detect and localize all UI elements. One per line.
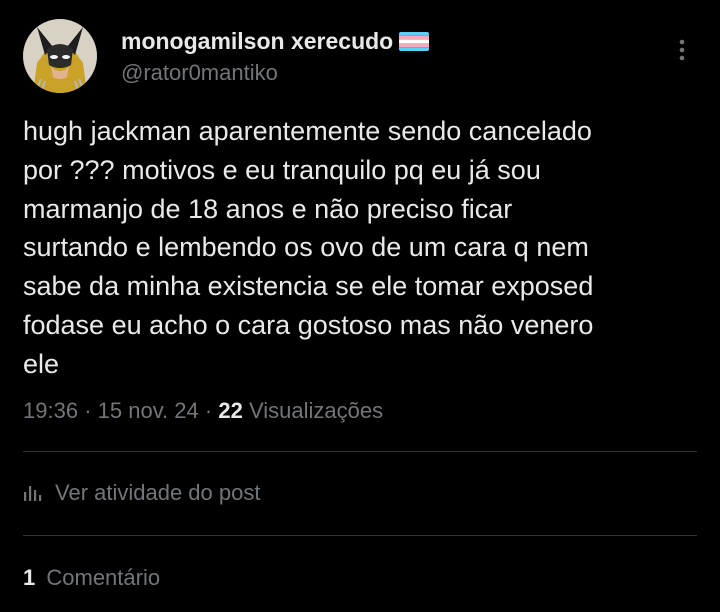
avatar-wolverine-icon	[23, 19, 97, 93]
avatar[interactable]	[23, 19, 97, 93]
activity-label: Ver atividade do post	[55, 480, 261, 505]
meta-separator: ·	[204, 398, 213, 423]
tweet-date[interactable]: 15 nov. 24	[98, 398, 199, 423]
views-count: 22	[218, 398, 243, 423]
more-options-button[interactable]	[668, 34, 696, 66]
more-vertical-icon	[679, 39, 685, 61]
view-activity-button[interactable]: Ver atividade do post	[23, 480, 260, 506]
tweet-text: hugh jackman aparentemente sendo cancela…	[23, 116, 594, 379]
bar-chart-icon	[24, 486, 42, 501]
comments-count: 1	[23, 565, 36, 590]
meta-separator: ·	[84, 398, 92, 423]
divider	[23, 535, 697, 536]
comments-label: Comentário	[46, 565, 161, 590]
tweet-time[interactable]: 19:36	[23, 398, 78, 423]
display-name-text: monogamilson xerecudo	[121, 28, 394, 54]
divider	[23, 451, 697, 452]
tweet-meta: 19:36 · 15 nov. 24 · 22 Visualizações	[23, 398, 383, 424]
comments-link[interactable]: 1 Comentário	[23, 565, 160, 591]
transgender-flag-icon	[399, 32, 430, 51]
user-handle[interactable]: @rator0mantiko	[121, 60, 278, 86]
views-label: Visualizações	[248, 398, 384, 423]
display-name[interactable]: monogamilson xerecudo	[121, 28, 430, 55]
